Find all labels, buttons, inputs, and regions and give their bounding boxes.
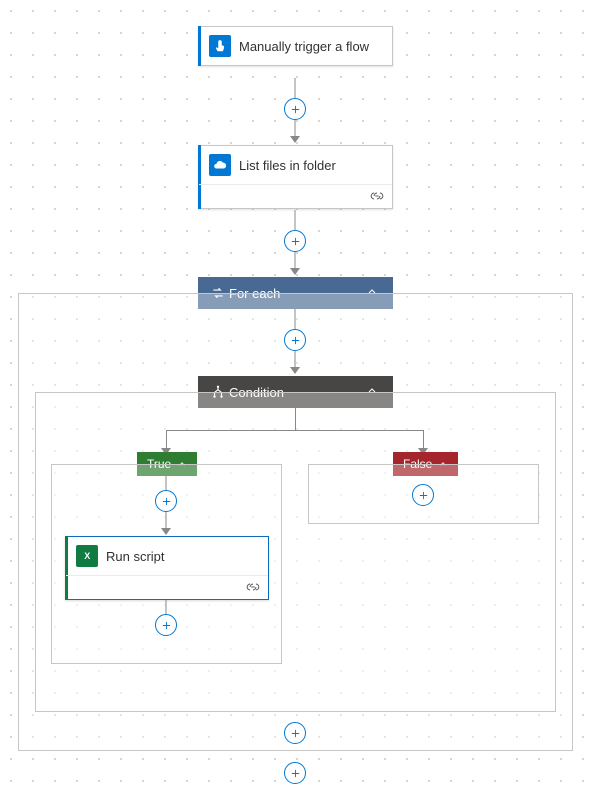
card-accent (198, 26, 201, 66)
connector-line (295, 351, 296, 367)
list-files-card[interactable]: List files in folder (198, 145, 393, 209)
run-script-title: Run script (106, 549, 165, 564)
connector-line (295, 309, 296, 329)
card-footer (66, 575, 268, 599)
add-step-button[interactable] (284, 230, 306, 252)
run-script-card[interactable]: X Run script (65, 536, 269, 600)
flow-canvas[interactable]: Manually trigger a flow List files in fo… (0, 0, 590, 797)
connector-line (295, 210, 296, 230)
arrow-down-icon (290, 268, 300, 275)
add-step-button[interactable] (284, 762, 306, 784)
add-step-button[interactable] (284, 722, 306, 744)
add-step-button[interactable] (412, 484, 434, 506)
connector-line (166, 476, 167, 490)
arrow-down-icon (290, 367, 300, 374)
connector-line (295, 252, 296, 268)
trigger-title: Manually trigger a flow (239, 39, 369, 54)
add-step-button[interactable] (155, 490, 177, 512)
arrow-down-icon (290, 136, 300, 143)
excel-icon: X (76, 545, 98, 567)
list-files-title: List files in folder (239, 158, 336, 173)
touch-icon (209, 35, 231, 57)
connector-line (295, 78, 296, 98)
connector-line (166, 430, 167, 450)
cloud-icon (209, 154, 231, 176)
connector-line (166, 430, 424, 431)
connector-line (166, 600, 167, 614)
connector-line (295, 120, 296, 136)
add-step-button[interactable] (284, 329, 306, 351)
add-step-button[interactable] (284, 98, 306, 120)
connector-line (423, 430, 424, 450)
trigger-card[interactable]: Manually trigger a flow (198, 26, 393, 66)
connector-line (166, 512, 167, 528)
arrow-down-icon (161, 528, 171, 535)
add-step-button[interactable] (155, 614, 177, 636)
link-icon (246, 580, 260, 595)
link-icon (370, 189, 384, 204)
connector-line (295, 408, 296, 430)
card-footer (199, 184, 392, 208)
